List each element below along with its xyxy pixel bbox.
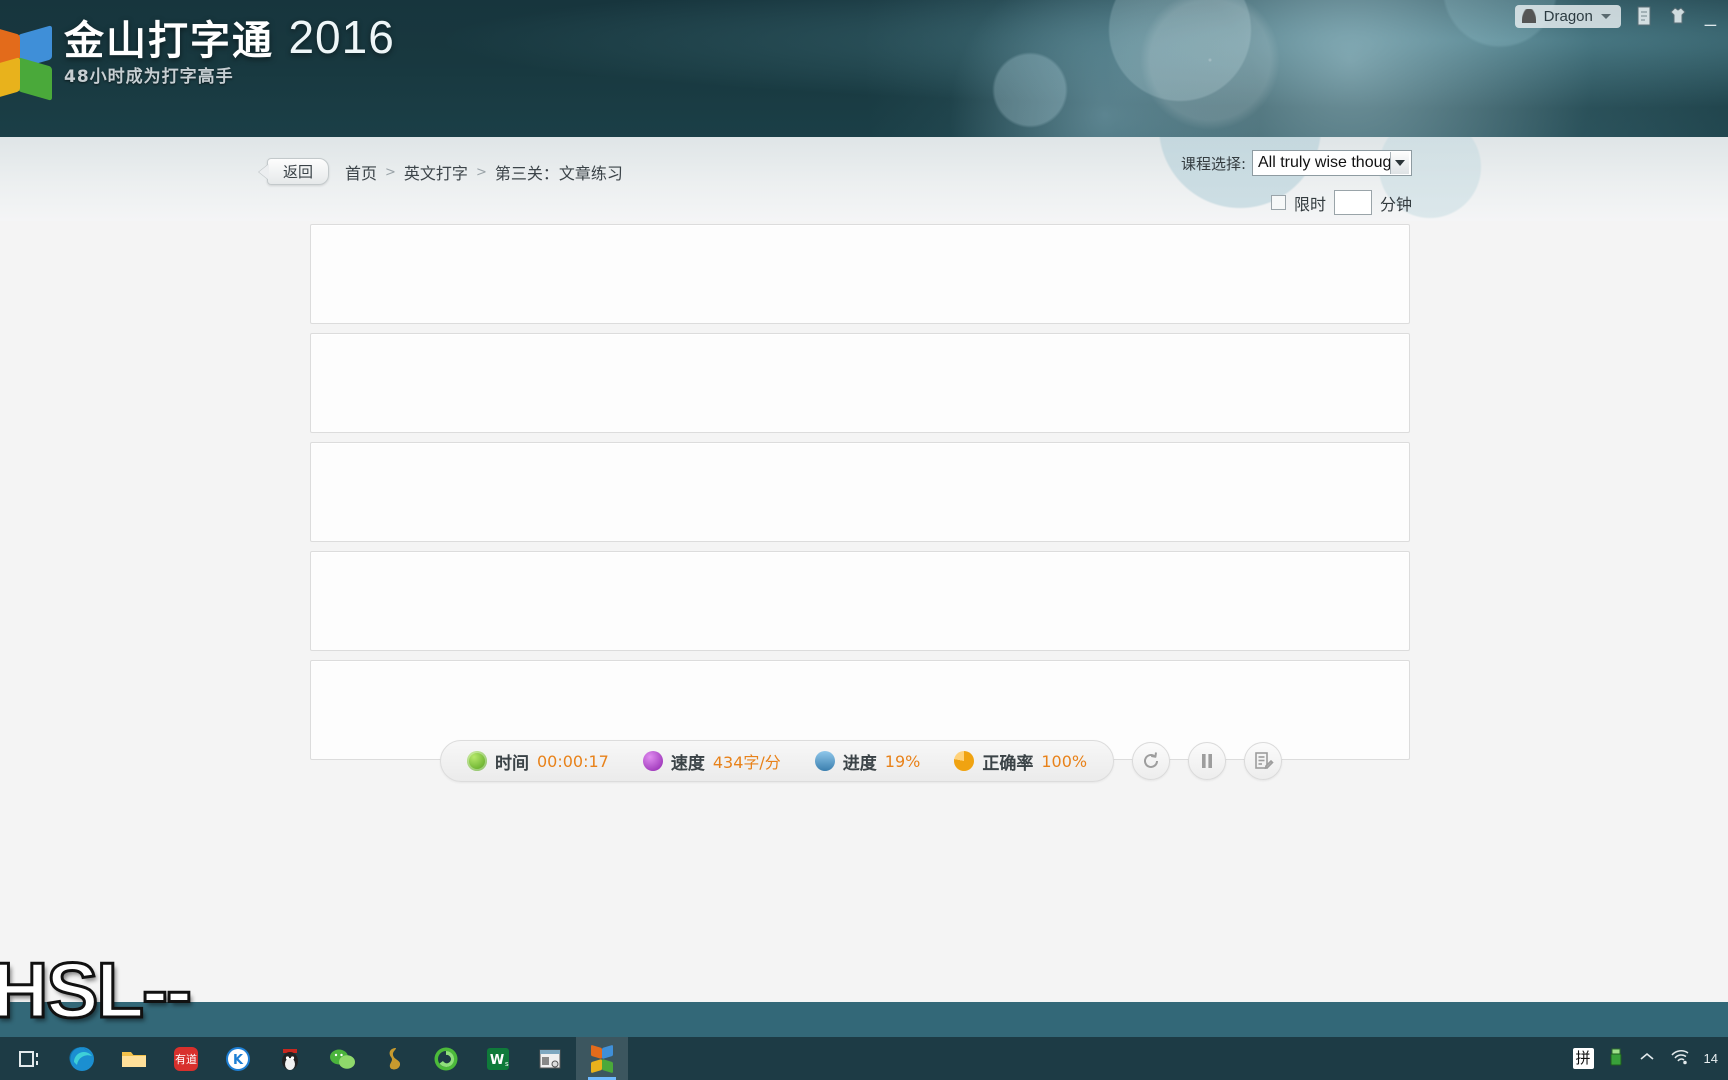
logo-mark-icon — [0, 8, 56, 120]
stats-pill: 时间 00:00:17 速度 434字/分 进度 19% 正确率 100% — [440, 740, 1115, 782]
time-limit-row: 限时 分钟 — [1270, 190, 1412, 215]
svg-text:W: W — [490, 1053, 504, 1068]
model-text-line: es; but to make them truly ours, we must… — [319, 340, 1401, 382]
app-logo: 金山打字通 2016 48小时成为打字高手 — [0, 8, 395, 120]
typing-block-active[interactable]: estly, till they take root in our person… — [310, 442, 1410, 542]
document-icon[interactable] — [1633, 4, 1655, 28]
typed-text-line-active[interactable]: estly, till they ta — [319, 491, 1401, 533]
back-button[interactable]: 返回 — [267, 158, 329, 185]
task-view-icon[interactable] — [4, 1037, 56, 1080]
shirt-skin-icon[interactable] — [1667, 4, 1689, 28]
file-explorer-icon[interactable] — [108, 1037, 160, 1080]
typing-block[interactable]: All truly wise thoughts have been though… — [310, 224, 1410, 324]
pause-button[interactable] — [1188, 742, 1227, 780]
time-limit-unit: 分钟 — [1379, 194, 1412, 214]
minimize-icon[interactable]: _ — [1701, 6, 1720, 26]
status-bar: 时间 00:00:17 速度 434字/分 进度 19% 正确率 100% — [440, 740, 1283, 782]
logo-title: 金山打字通 — [64, 18, 274, 64]
logo-year: 2016 — [288, 11, 395, 63]
qq-penguin-icon[interactable] — [264, 1037, 316, 1080]
svg-text:s: s — [505, 1060, 509, 1068]
usb-icon[interactable] — [1608, 1047, 1624, 1070]
stat-value: 434字/分 — [712, 753, 781, 772]
user-name-label: Dragon — [1543, 7, 1593, 25]
ime-indicator[interactable]: 拼 — [1572, 1048, 1594, 1069]
model-text-line: All truly wise thoughts have been though… — [319, 231, 1401, 273]
model-text-line: estly, till they take root in our person… — [319, 449, 1401, 491]
wifi-icon[interactable] — [1670, 1049, 1690, 1068]
stat-label: 速度 — [670, 753, 705, 774]
svg-text:K: K — [233, 1053, 244, 1068]
report-button[interactable] — [1244, 742, 1283, 780]
breadcrumb-item-current: 第三关：文章练习 — [494, 164, 623, 183]
system-tray: 拼 14 — [1572, 1037, 1728, 1080]
course-select-label: 课程选择: — [1180, 154, 1246, 173]
chevron-up-icon[interactable] — [1638, 1050, 1656, 1067]
user-account-chip[interactable]: Dragon — [1514, 4, 1621, 28]
wps-writer-icon[interactable]: Ws — [472, 1037, 524, 1080]
youdao-dict-icon[interactable]: 有道 — [160, 1037, 212, 1080]
stat-speed: 速度 434字/分 — [642, 749, 781, 774]
stat-value: 19% — [884, 751, 921, 771]
accuracy-pie-icon — [954, 751, 975, 771]
desktop-strip — [0, 1002, 1728, 1037]
stat-label: 正确率 — [982, 753, 1034, 774]
typing-block[interactable]: es; but to make them truly ours, we must… — [310, 333, 1410, 433]
course-select-value: All truly wise thoug — [1258, 154, 1390, 171]
breadcrumb: 首页 > 英文打字 > 第三关：文章练习 — [345, 160, 623, 184]
clock-icon — [467, 751, 487, 771]
typed-text-line[interactable] — [319, 600, 1401, 642]
stat-time: 时间 00:00:17 — [467, 749, 609, 774]
watermark: HSL-- — [0, 945, 193, 1036]
model-text-line: It is more his interest than it is their… — [319, 667, 1401, 709]
course-select-dropdown[interactable]: All truly wise thoug — [1252, 150, 1412, 176]
kingsoft-typing-window: Dragon _ 金山打字通 2016 48小时成为打字高手 返回 首页 > 英… — [0, 0, 1728, 1002]
time-limit-input[interactable] — [1333, 190, 1372, 215]
kingsoft-k-icon[interactable]: K — [212, 1037, 264, 1080]
edge-browser-icon[interactable] — [56, 1037, 108, 1080]
stat-label: 进度 — [842, 753, 877, 774]
window-app-icon[interactable] — [524, 1037, 576, 1080]
stat-label: 时间 — [495, 753, 529, 774]
progress-bar-icon — [814, 751, 835, 771]
chevron-down-icon[interactable] — [1390, 152, 1409, 174]
time-limit-label: 限时 — [1293, 194, 1326, 214]
clock-label[interactable]: 14 — [1704, 1051, 1718, 1066]
app-banner: Dragon _ 金山打字通 2016 48小时成为打字高手 — [0, 0, 1728, 137]
kingsoft-typing-icon[interactable] — [576, 1037, 628, 1080]
user-avatar-icon — [1521, 9, 1536, 23]
svg-text:有道: 有道 — [175, 1052, 197, 1066]
360-browser-icon[interactable] — [420, 1037, 472, 1080]
wechat-icon[interactable] — [316, 1037, 368, 1080]
breadcrumb-item-home[interactable]: 首页 — [345, 160, 377, 184]
stat-progress: 进度 19% — [814, 749, 921, 774]
breadcrumb-separator: > — [385, 164, 396, 180]
stat-value: 100% — [1041, 751, 1088, 771]
restart-button[interactable] — [1132, 742, 1171, 780]
typing-practice-area: All truly wise thoughts have been though… — [310, 224, 1410, 769]
time-limit-checkbox[interactable] — [1270, 195, 1286, 210]
screen: HSL-- Dragon _ 金山打字通 2016 48小时成为打字高手 返回 … — [0, 0, 1728, 1080]
typed-text-line[interactable]: All truly wise thoughts have been though… — [319, 273, 1401, 315]
windows-taskbar: 有道 K Ws 拼 14 — [0, 1037, 1728, 1080]
breadcrumb-separator: > — [475, 164, 487, 180]
taskbar-icons: 有道 K Ws — [0, 1037, 628, 1080]
chevron-down-icon — [1600, 13, 1611, 19]
model-text-line: The wise man always throws himself on th… — [319, 558, 1401, 600]
course-select-row: 课程选择: All truly wise thoug — [1181, 150, 1412, 176]
stat-accuracy: 正确率 100% — [954, 749, 1087, 774]
typing-block[interactable]: The wise man always throws himself on th… — [310, 551, 1410, 651]
alipay-icon[interactable] — [368, 1037, 420, 1080]
breadcrumb-item-english-typing[interactable]: 英文打字 — [404, 160, 468, 184]
speed-gem-icon — [642, 751, 663, 771]
stat-value: 00:00:17 — [537, 751, 609, 771]
window-controls: Dragon _ — [1514, 4, 1720, 28]
typed-text-line[interactable]: es; but to make them truly ours, we must… — [319, 382, 1401, 424]
